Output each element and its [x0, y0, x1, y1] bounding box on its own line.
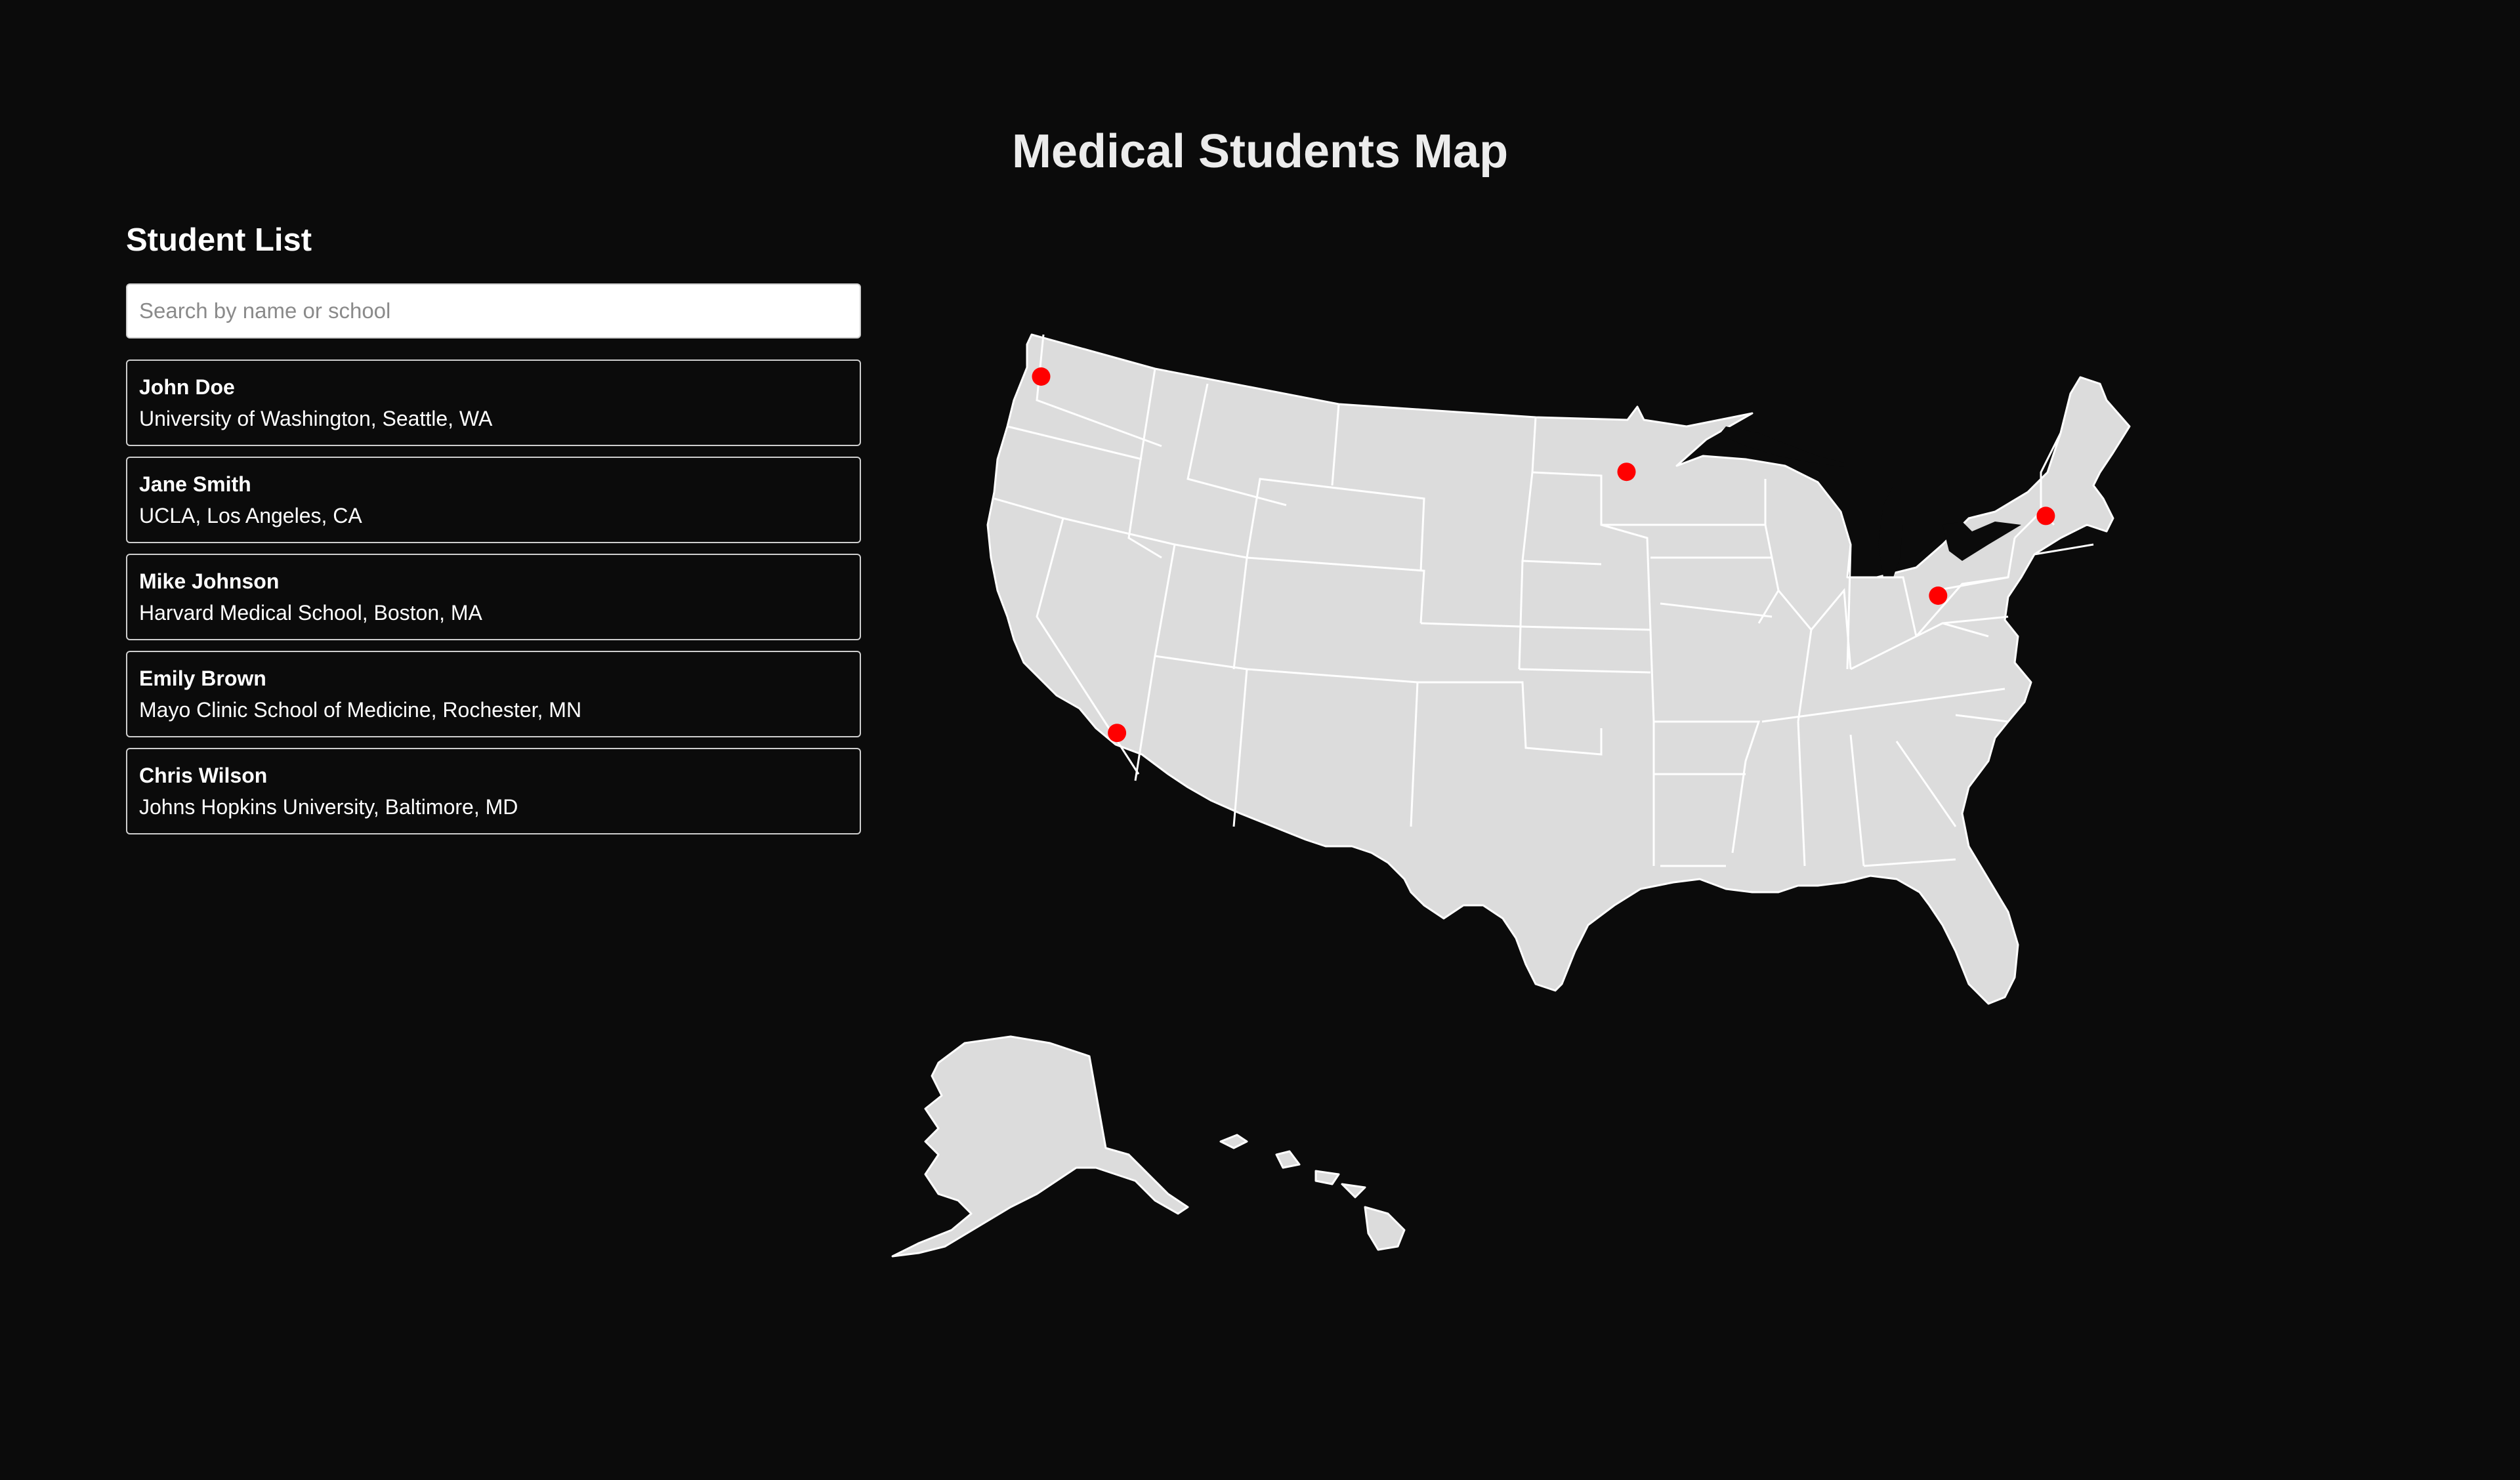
student-name: John Doe — [139, 375, 235, 399]
student-name: Emily Brown — [139, 667, 266, 690]
student-card-mike-johnson[interactable]: Mike Johnson Harvard Medical School, Bos… — [126, 554, 861, 640]
student-list: John Doe University of Washington, Seatt… — [126, 360, 861, 834]
us-map[interactable] — [879, 328, 2382, 1273]
student-name: Jane Smith — [139, 472, 251, 496]
student-school: Mayo Clinic School of Medicine, Rocheste… — [139, 698, 582, 722]
student-school: University of Washington, Seattle, WA — [139, 407, 493, 430]
student-name: Mike Johnson — [139, 569, 280, 593]
map-marker-chris-wilson[interactable] — [1929, 586, 1948, 605]
student-card-chris-wilson[interactable]: Chris Wilson Johns Hopkins University, B… — [126, 748, 861, 834]
hawaii-islands — [1219, 1134, 1406, 1251]
map-marker-emily-brown[interactable] — [1617, 462, 1636, 482]
page-title: Medical Students Map — [1011, 125, 1509, 178]
us-map-svg[interactable] — [879, 328, 2382, 1273]
alaska-landmass — [891, 1035, 1189, 1258]
map-marker-jane-smith[interactable] — [1108, 724, 1127, 743]
student-card-jane-smith[interactable]: Jane Smith UCLA, Los Angeles, CA — [126, 457, 861, 543]
lake-michigan — [1878, 485, 1903, 577]
student-sidebar: Student List John Doe University of Wash… — [126, 218, 861, 845]
student-name: Chris Wilson — [139, 764, 268, 787]
student-school: Harvard Medical School, Boston, MA — [139, 601, 482, 625]
student-card-john-doe[interactable]: John Doe University of Washington, Seatt… — [126, 360, 861, 446]
student-school: Johns Hopkins University, Baltimore, MD — [139, 795, 518, 819]
map-marker-john-doe[interactable] — [1032, 367, 1051, 386]
search-input[interactable] — [126, 283, 861, 339]
map-marker-mike-johnson[interactable] — [2036, 506, 2055, 525]
student-card-emily-brown[interactable]: Emily Brown Mayo Clinic School of Medici… — [126, 651, 861, 737]
student-school: UCLA, Los Angeles, CA — [139, 504, 362, 527]
student-list-heading: Student List — [126, 222, 312, 258]
